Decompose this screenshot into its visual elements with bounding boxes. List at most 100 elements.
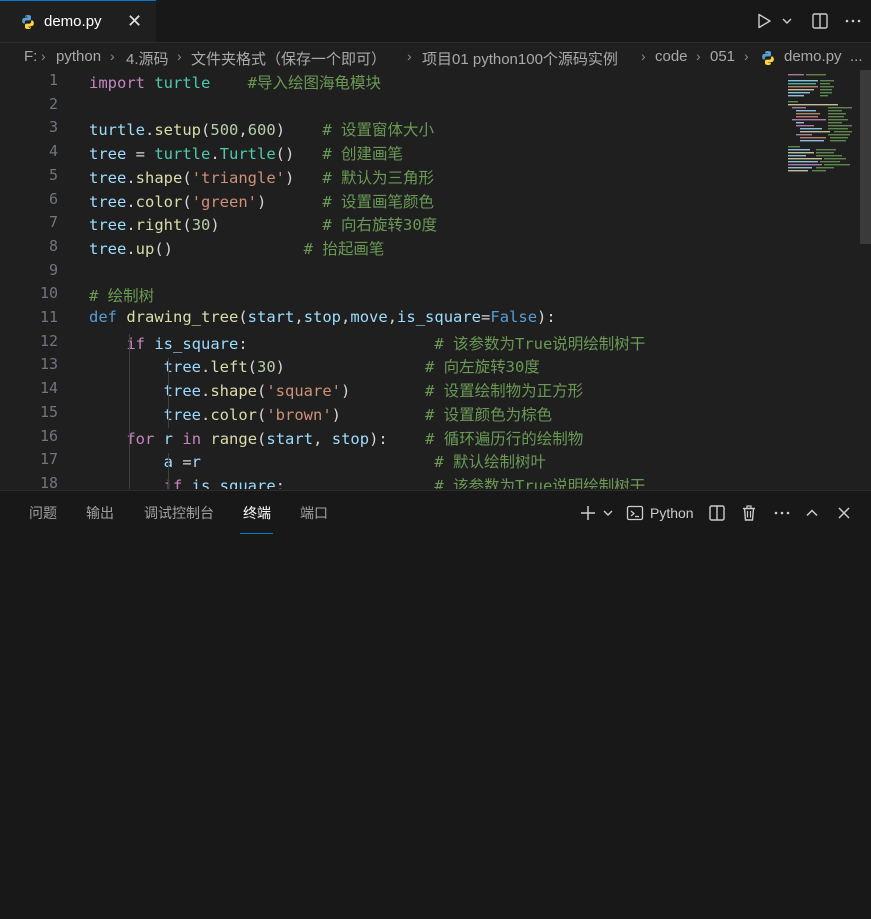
code-token: drawing_tree	[126, 308, 239, 326]
code-line[interactable]: if is_square: # 该参数为True说明绘制树干	[89, 332, 645, 354]
indent-guide	[168, 358, 169, 428]
split-editor-icon[interactable]	[811, 12, 829, 30]
code-line[interactable]: tree.shape('triangle') # 默认为三角形	[89, 166, 434, 188]
code-token: tree	[89, 168, 127, 187]
code-token: is_square	[154, 334, 239, 353]
code-editor[interactable]: 1 2 3 4 5 6 7 8 9 10 11 12 13 14 15 16 17 18 import turtl…	[0, 70, 871, 489]
code-token: start	[247, 308, 295, 326]
tab-close-icon[interactable]: ✕	[127, 11, 142, 32]
tab-output[interactable]: 输出	[86, 503, 114, 523]
breadcrumb-overflow[interactable]: ...	[850, 48, 863, 65]
minimap[interactable]	[784, 70, 864, 190]
code-line[interactable]: tree.right(30) # 向右旋转30度	[89, 213, 437, 235]
code-token: in	[182, 429, 202, 448]
code-token: # 向左旋转30度	[424, 358, 540, 377]
code-token: 30	[257, 358, 276, 377]
line-number: 13	[39, 355, 58, 374]
code-token: (	[182, 216, 192, 235]
code-token: ,	[294, 308, 304, 326]
terminal-area[interactable]	[0, 537, 871, 919]
code-line[interactable]: a =r # 默认绘制树叶	[89, 450, 546, 472]
code-token: is_square	[397, 308, 482, 326]
code-line[interactable]: if is_square: # 该参数为True说明绘制树干	[89, 474, 646, 489]
code-token: tree	[89, 192, 127, 211]
code-token: left	[210, 358, 248, 377]
editor-scrollbar[interactable]	[860, 70, 871, 244]
code-token: (	[238, 308, 248, 326]
code-token: stop	[303, 308, 342, 326]
tab-problems[interactable]: 问题	[29, 503, 57, 523]
code-line[interactable]: def drawing_tree(start,stop,move,is_squa…	[89, 308, 556, 326]
breadcrumb-python[interactable]: python	[56, 48, 101, 65]
code-token: (	[257, 429, 267, 448]
breadcrumb-separator-icon: ›	[641, 48, 646, 64]
new-terminal-plus-icon[interactable]	[578, 503, 598, 523]
breadcrumb-folder-format[interactable]: 文件夹格式（保存一个即可）	[191, 48, 386, 69]
code-line[interactable]: tree.shape('square') # 设置绘制物为正方形	[89, 379, 584, 401]
code-token: .	[200, 382, 211, 401]
code-token: import	[89, 74, 145, 92]
tab-debug-console[interactable]: 调试控制台	[144, 503, 214, 523]
code-token: shape	[135, 168, 183, 187]
breadcrumb-project[interactable]: 项目01 python100个源码实例	[422, 48, 618, 69]
code-line[interactable]: turtle.setup(500,600) # 设置窗体大小	[89, 118, 434, 140]
code-token: # 绘制树	[89, 287, 155, 306]
code-token: .	[126, 216, 136, 235]
kill-terminal-trash-icon[interactable]	[740, 504, 758, 522]
more-actions-icon[interactable]	[843, 12, 863, 30]
code-token: 30	[191, 216, 211, 235]
terminal-profile-label[interactable]: Python	[650, 505, 694, 521]
code-line[interactable]: tree.left(30) # 向左旋转30度	[89, 355, 540, 377]
breadcrumb-file[interactable]: demo.py	[784, 48, 842, 65]
tab-terminal[interactable]: 终端	[243, 503, 271, 523]
code-token: ()	[275, 145, 323, 164]
code-line[interactable]: tree.up() # 抬起画笔	[89, 237, 384, 259]
tab-demo-py[interactable]: demo.py ✕	[0, 0, 156, 42]
line-number: 3	[48, 118, 58, 137]
indent-guide	[168, 453, 169, 489]
breadcrumb-source[interactable]: 4.源码	[126, 48, 169, 69]
split-terminal-icon[interactable]	[708, 504, 726, 522]
more-actions-icon[interactable]	[772, 504, 792, 522]
breadcrumb-code[interactable]: code	[655, 48, 688, 65]
code-line[interactable]: # 绘制树	[89, 284, 154, 306]
run-python-icon[interactable]	[755, 12, 773, 30]
code-line[interactable]: tree.color('green') # 设置画笔颜色	[89, 190, 434, 212]
code-token: # 向右旋转30度	[322, 216, 438, 235]
code-token: .	[210, 145, 220, 164]
line-number: 17	[39, 450, 58, 469]
code-token: move	[350, 308, 388, 326]
code-token: ,	[238, 121, 248, 140]
terminal-profile-icon[interactable]	[626, 504, 644, 522]
breadcrumb-drive[interactable]: F:	[24, 48, 37, 65]
code-token: #导入绘图海龟模块	[247, 74, 382, 92]
code-line[interactable]: import turtle #导入绘图海龟模块	[89, 71, 381, 93]
code-token: r	[191, 453, 202, 472]
code-line[interactable]: tree.color('brown') # 设置颜色为棕色	[89, 403, 553, 425]
breadcrumb-separator-icon: ›	[407, 48, 412, 64]
maximize-panel-chevron-up-icon[interactable]	[804, 505, 820, 521]
python-file-icon	[762, 51, 774, 65]
code-token: =	[173, 453, 192, 472]
run-dropdown-chevron-icon[interactable]	[781, 15, 793, 27]
terminal-dropdown-chevron-icon[interactable]	[602, 507, 614, 519]
code-token: color	[135, 192, 183, 211]
line-number: 15	[39, 402, 58, 421]
code-line[interactable]: for r in range(start, stop): # 循环遍历行的绘制物	[89, 427, 583, 449]
tab-ports[interactable]: 端口	[300, 503, 328, 523]
code-line[interactable]: tree = turtle.Turtle() # 创建画笔	[89, 142, 403, 164]
code-token: # 设置窗体大小	[322, 121, 435, 140]
breadcrumb-051[interactable]: 051	[710, 48, 735, 65]
code-token: ,	[313, 429, 332, 448]
code-token: # 设置绘制物为正方形	[425, 382, 584, 401]
line-number: 2	[48, 94, 58, 113]
line-number: 18	[39, 473, 58, 489]
close-panel-icon[interactable]	[836, 505, 852, 521]
code-token: turtle	[89, 121, 145, 140]
line-number: 14	[39, 379, 58, 398]
